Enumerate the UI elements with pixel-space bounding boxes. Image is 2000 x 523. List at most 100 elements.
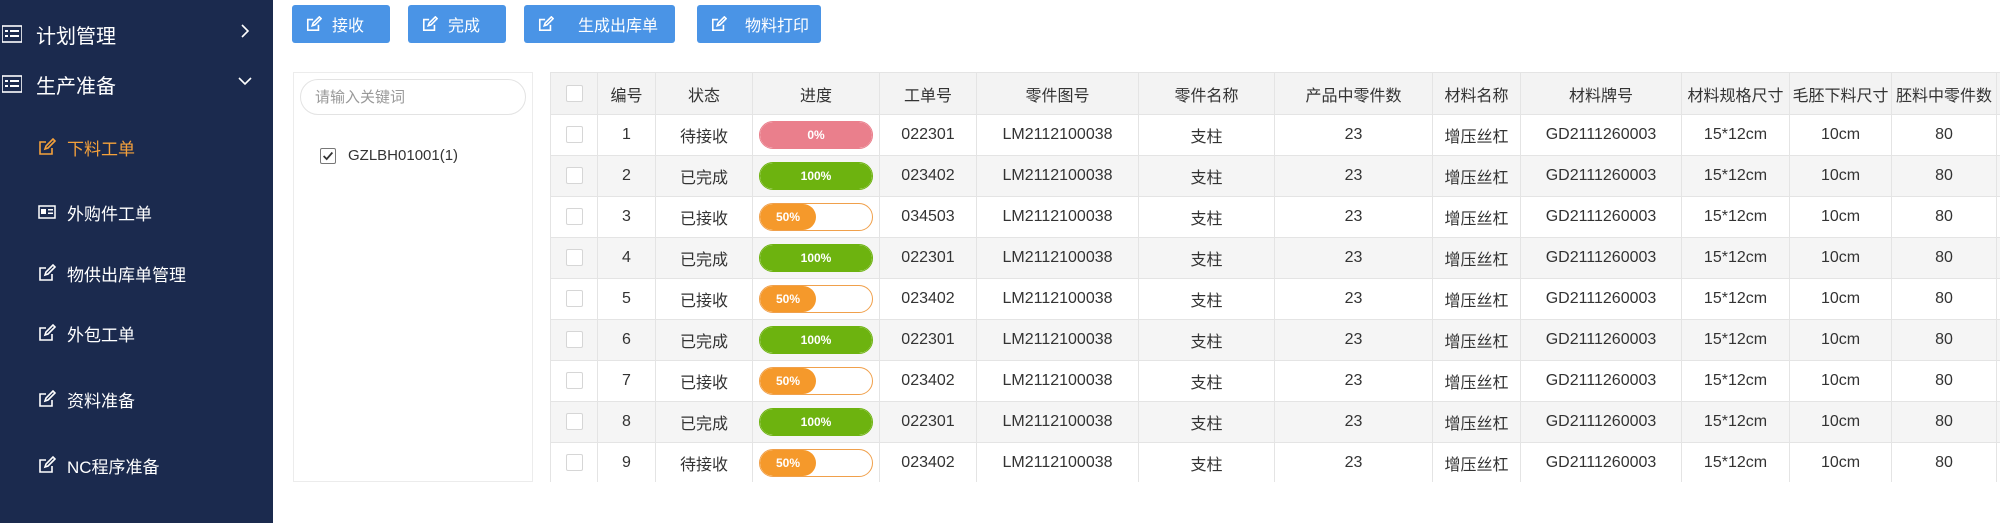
- overflow-cell: [1996, 155, 2000, 197]
- row-checkbox[interactable]: [565, 126, 583, 144]
- cell-grade: GD2111260003: [1520, 360, 1682, 402]
- cell-no: 7: [597, 360, 656, 402]
- progress-fill: 50%: [760, 368, 816, 394]
- progress-label: 50%: [775, 374, 801, 388]
- row-checkbox[interactable]: [565, 331, 583, 349]
- column-header[interactable]: 胚料中零件数: [1891, 72, 1997, 115]
- sidebar-item-purchased-parts[interactable]: 外购件工单: [0, 190, 273, 234]
- row-checkbox[interactable]: [565, 454, 583, 472]
- column-header[interactable]: 状态: [655, 72, 753, 115]
- row-checkbox[interactable]: [565, 413, 583, 431]
- column-header[interactable]: 工单号: [879, 72, 977, 115]
- complete-button[interactable]: 完成: [408, 5, 506, 43]
- cell-status: 已接收: [655, 360, 753, 402]
- tree-node[interactable]: GZLBH01001(1): [320, 147, 458, 164]
- row-checkbox[interactable]: [565, 249, 583, 267]
- cell-order: 023402: [879, 442, 977, 482]
- cell-no: 6: [597, 319, 656, 361]
- progress-bar: 0%: [759, 121, 873, 149]
- sidebar-item-outsourcing[interactable]: 外包工单: [0, 311, 273, 355]
- menu-group-plan-management[interactable]: 计划管理: [0, 9, 273, 59]
- row-select-cell[interactable]: [550, 155, 598, 197]
- table-row[interactable]: 2 已完成 100% 023402 LM2112100038 支柱 23 增压丝杠 GD2111…: [550, 155, 2000, 197]
- filter-panel: GZLBH01001(1): [293, 72, 533, 482]
- column-header[interactable]: 编号: [597, 72, 656, 115]
- table-row[interactable]: 9 待接收 50% 023402 LM2112100038 支柱 23 增压丝杠 GD21112…: [550, 442, 2000, 482]
- cell-spec: 15*12cm: [1681, 319, 1790, 361]
- sidebar-item-cutting-order[interactable]: 下料工单: [0, 125, 273, 169]
- menu-group-production-prep[interactable]: 生产准备: [0, 59, 273, 109]
- row-select-cell[interactable]: [550, 196, 598, 238]
- cell-per_blank: 80: [1891, 442, 1997, 482]
- table-row[interactable]: 5 已接收 50% 023402 LM2112100038 支柱 23 增压丝杠 GD21112…: [550, 278, 2000, 320]
- row-select-cell[interactable]: [550, 278, 598, 320]
- cell-status: 已完成: [655, 401, 753, 443]
- progress-bar: 100%: [759, 244, 873, 272]
- row-checkbox[interactable]: [565, 208, 583, 226]
- row-select-cell[interactable]: [550, 442, 598, 482]
- sidebar-item-nc-program-prep[interactable]: NC程序准备: [0, 443, 273, 487]
- table-row[interactable]: 6 已完成 100% 022301 LM2112100038 支柱 23 增压丝杠 GD2111…: [550, 319, 2000, 361]
- cell-per_blank: 80: [1891, 114, 1997, 156]
- tree-node-checkbox[interactable]: [320, 147, 336, 164]
- cell-no: 2: [597, 155, 656, 197]
- row-checkbox[interactable]: [565, 372, 583, 390]
- progress-bar: 50%: [759, 367, 873, 395]
- cell-order: 022301: [879, 114, 977, 156]
- table-row[interactable]: 1 待接收 0% 022301 LM2112100038 支柱 23 增压丝杠 GD211126…: [550, 114, 2000, 156]
- cell-count: 23: [1274, 196, 1433, 238]
- cell-material: 增压丝杠: [1432, 278, 1521, 320]
- cell-order: 023402: [879, 155, 977, 197]
- cell-blank: 10cm: [1789, 196, 1892, 238]
- edit-icon: [39, 456, 56, 473]
- generate-outbound-button[interactable]: 生成出库单: [524, 5, 675, 43]
- cell-grade: GD2111260003: [1520, 401, 1682, 443]
- column-header[interactable]: 零件名称: [1138, 72, 1275, 115]
- tree-node-label: GZLBH01001(1): [348, 147, 459, 164]
- cell-per_blank: 80: [1891, 155, 1997, 197]
- column-header[interactable]: 材料规格尺寸: [1681, 72, 1790, 115]
- progress-bar: 50%: [759, 203, 873, 231]
- table-row[interactable]: 3 已接收 50% 034503 LM2112100038 支柱 23 增压丝杠 GD21112…: [550, 196, 2000, 238]
- cell-blank: 10cm: [1789, 401, 1892, 443]
- sidebar-item-supply-outbound[interactable]: 物供出库单管理: [0, 251, 273, 295]
- progress-label: 100%: [800, 251, 832, 265]
- cell-spec: 15*12cm: [1681, 155, 1790, 197]
- row-checkbox[interactable]: [565, 290, 583, 308]
- select-all-cell[interactable]: [550, 72, 598, 115]
- cell-status: 已完成: [655, 237, 753, 279]
- receive-button[interactable]: 接收: [292, 5, 390, 43]
- cell-material: 增压丝杠: [1432, 196, 1521, 238]
- column-header[interactable]: 零件图号: [976, 72, 1139, 115]
- row-select-cell[interactable]: [550, 319, 598, 361]
- edit-icon: [39, 324, 56, 341]
- cell-part: 支柱: [1138, 319, 1275, 361]
- column-header[interactable]: 材料牌号: [1520, 72, 1682, 115]
- cell-count: 23: [1274, 401, 1433, 443]
- table-row[interactable]: 8 已完成 100% 022301 LM2112100038 支柱 23 增压丝杠 GD2111…: [550, 401, 2000, 443]
- cell-grade: GD2111260003: [1520, 237, 1682, 279]
- cell-order: 022301: [879, 319, 977, 361]
- row-select-cell[interactable]: [550, 237, 598, 279]
- search-input[interactable]: [300, 79, 526, 115]
- column-header[interactable]: 材料名称: [1432, 72, 1521, 115]
- progress-bar: 100%: [759, 162, 873, 190]
- column-header[interactable]: 产品中零件数: [1274, 72, 1433, 115]
- row-checkbox[interactable]: [565, 167, 583, 185]
- row-select-cell[interactable]: [550, 401, 598, 443]
- cell-material: 增压丝杠: [1432, 155, 1521, 197]
- sidebar-item-document-prep[interactable]: 资料准备: [0, 377, 273, 421]
- column-header[interactable]: 进度: [752, 72, 880, 115]
- table-row[interactable]: 7 已接收 50% 023402 LM2112100038 支柱 23 增压丝杠 GD21112…: [550, 360, 2000, 402]
- row-select-cell[interactable]: [550, 114, 598, 156]
- cell-status: 已接收: [655, 196, 753, 238]
- cell-no: 9: [597, 442, 656, 482]
- table-row[interactable]: 4 已完成 100% 022301 LM2112100038 支柱 23 增压丝杠 GD2111…: [550, 237, 2000, 279]
- material-print-button[interactable]: 物料打印: [697, 5, 821, 43]
- select-all-checkbox[interactable]: [565, 84, 583, 102]
- cell-part: 支柱: [1138, 114, 1275, 156]
- cell-spec: 15*12cm: [1681, 237, 1790, 279]
- cell-part: 支柱: [1138, 278, 1275, 320]
- row-select-cell[interactable]: [550, 360, 598, 402]
- column-header[interactable]: 毛胚下料尺寸: [1789, 72, 1892, 115]
